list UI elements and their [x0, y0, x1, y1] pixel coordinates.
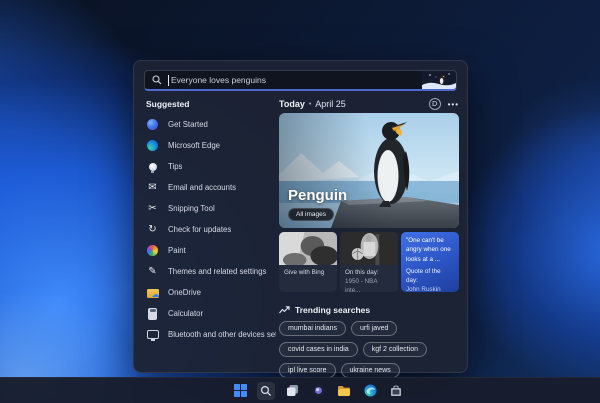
- lightbulb-icon: [148, 162, 157, 173]
- taskbar-search-button[interactable]: [257, 381, 275, 400]
- feed-section: Today • April 25 D ••• Penguin All image…: [279, 97, 459, 378]
- card-give-with-bing[interactable]: Give with Bing: [279, 232, 337, 292]
- search-icon: [260, 385, 272, 396]
- suggested-item-get-started[interactable]: Get Started: [144, 114, 276, 135]
- suggested-item-tips[interactable]: Tips: [144, 156, 276, 177]
- edge-icon: [364, 384, 376, 397]
- edge-button[interactable]: [361, 382, 379, 400]
- suggested-item-check-updates[interactable]: ↻ Check for updates: [144, 219, 276, 240]
- suggested-item-label: Tips: [168, 162, 183, 171]
- suggested-item-label: Microsoft Edge: [168, 141, 221, 150]
- suggested-item-label: Themes and related settings: [168, 267, 267, 276]
- suggested-item-label: Email and accounts: [168, 183, 237, 192]
- start-button[interactable]: [231, 382, 249, 400]
- store-icon: [391, 384, 401, 396]
- trending-chip[interactable]: ukraine news: [340, 363, 400, 378]
- scissors-icon: ✂: [148, 202, 157, 214]
- search-flyout: Everyone loves penguins Suggested Get St…: [133, 60, 468, 378]
- suggested-item-label: Calculator: [168, 309, 204, 318]
- suggested-item-snipping-tool[interactable]: ✂ Snipping Tool: [144, 198, 276, 219]
- card-quote-of-the-day[interactable]: "One can't be angry when one looks at a …: [401, 232, 459, 292]
- card-subtitle: John Ruskin: [406, 285, 441, 292]
- feed-cards-row: Give with Bing On this day: 1950 - NBA i…: [279, 232, 459, 292]
- file-explorer-button[interactable]: [335, 382, 353, 400]
- store-button[interactable]: [387, 382, 405, 400]
- suggested-item-themes[interactable]: ✎ Themes and related settings: [144, 261, 276, 282]
- envelope-icon: ✉: [148, 181, 157, 193]
- cortana-icon: [312, 384, 324, 397]
- trending-chips: mumbai indians urfi javed covid cases in…: [279, 321, 459, 378]
- suggested-item-calculator[interactable]: Calculator: [144, 303, 276, 324]
- feed-header: Today • April 25 D •••: [279, 97, 459, 111]
- edge-icon: [147, 140, 158, 151]
- trending-chip[interactable]: urfi javed: [351, 321, 398, 336]
- suggested-section: Suggested Get Started Microsoft Edge Tip…: [144, 97, 276, 366]
- devices-icon: [146, 330, 159, 341]
- pencil-icon: ✎: [148, 265, 157, 277]
- suggested-item-label: Paint: [168, 246, 186, 255]
- search-query-text: Everyone loves penguins: [171, 75, 266, 85]
- hero-title: Penguin: [288, 187, 348, 204]
- trending-arrow-icon: [279, 306, 290, 314]
- card-title: On this day:: [345, 269, 379, 276]
- feed-today-label: Today: [279, 99, 305, 109]
- get-started-icon: [147, 119, 158, 130]
- trending-title: Trending searches: [295, 305, 371, 315]
- suggested-item-label: Check for updates: [168, 225, 232, 234]
- text-caret: [168, 74, 169, 86]
- suggested-item-bluetooth-devices[interactable]: Bluetooth and other devices sett...: [144, 324, 276, 345]
- cortana-button[interactable]: [309, 382, 327, 400]
- calculator-icon: [148, 307, 157, 320]
- suggested-item-microsoft-edge[interactable]: Microsoft Edge: [144, 135, 276, 156]
- refresh-icon: ↻: [148, 223, 157, 235]
- suggested-item-label: Get Started: [168, 120, 208, 129]
- task-view-button[interactable]: [283, 382, 301, 400]
- trending-chip[interactable]: kgf 2 collection: [362, 342, 428, 357]
- more-options-button[interactable]: •••: [448, 100, 459, 109]
- penguin-illustration-icon: [422, 71, 456, 89]
- task-view-icon: [286, 385, 298, 396]
- trending-header: Trending searches: [279, 304, 459, 316]
- card-title: Quote of the day:: [406, 268, 441, 285]
- palette-icon: [147, 245, 158, 256]
- suggested-item-label: OneDrive: [168, 288, 201, 297]
- taskbar: [0, 377, 600, 403]
- date-separator: •: [308, 100, 312, 108]
- quote-text: "One can't be angry when one looks at a …: [406, 237, 451, 263]
- give-with-bing-photo: [279, 232, 337, 265]
- trending-chip[interactable]: ipl live score: [279, 363, 336, 378]
- feed-date: April 25: [315, 99, 346, 109]
- suggested-item-email-accounts[interactable]: ✉ Email and accounts: [144, 177, 276, 198]
- card-subtitle: 1950 - NBA inte...: [345, 277, 378, 292]
- on-this-day-photo: [340, 232, 398, 265]
- hero-image-card[interactable]: Penguin All images: [279, 113, 459, 228]
- trending-chip[interactable]: covid cases in india: [279, 342, 358, 357]
- search-input[interactable]: Everyone loves penguins: [144, 70, 457, 91]
- suggested-item-paint[interactable]: Paint: [144, 240, 276, 261]
- profile-badge[interactable]: D: [428, 98, 441, 110]
- taskbar-icons-group: [231, 381, 405, 400]
- trending-chip[interactable]: mumbai indians: [279, 321, 347, 336]
- onedrive-icon: ☁: [146, 288, 160, 298]
- suggested-item-label: Snipping Tool: [168, 204, 215, 213]
- suggested-item-onedrive[interactable]: ☁ OneDrive: [144, 282, 276, 303]
- all-images-badge[interactable]: All images: [288, 208, 334, 221]
- search-icon: [152, 75, 162, 85]
- file-explorer-icon: [338, 385, 350, 396]
- suggested-title: Suggested: [146, 99, 190, 109]
- card-title: Give with Bing: [284, 269, 325, 276]
- suggested-item-label: Bluetooth and other devices sett...: [168, 330, 276, 339]
- windows-logo-icon: [233, 384, 247, 397]
- card-on-this-day[interactable]: On this day: 1950 - NBA inte...: [340, 232, 398, 292]
